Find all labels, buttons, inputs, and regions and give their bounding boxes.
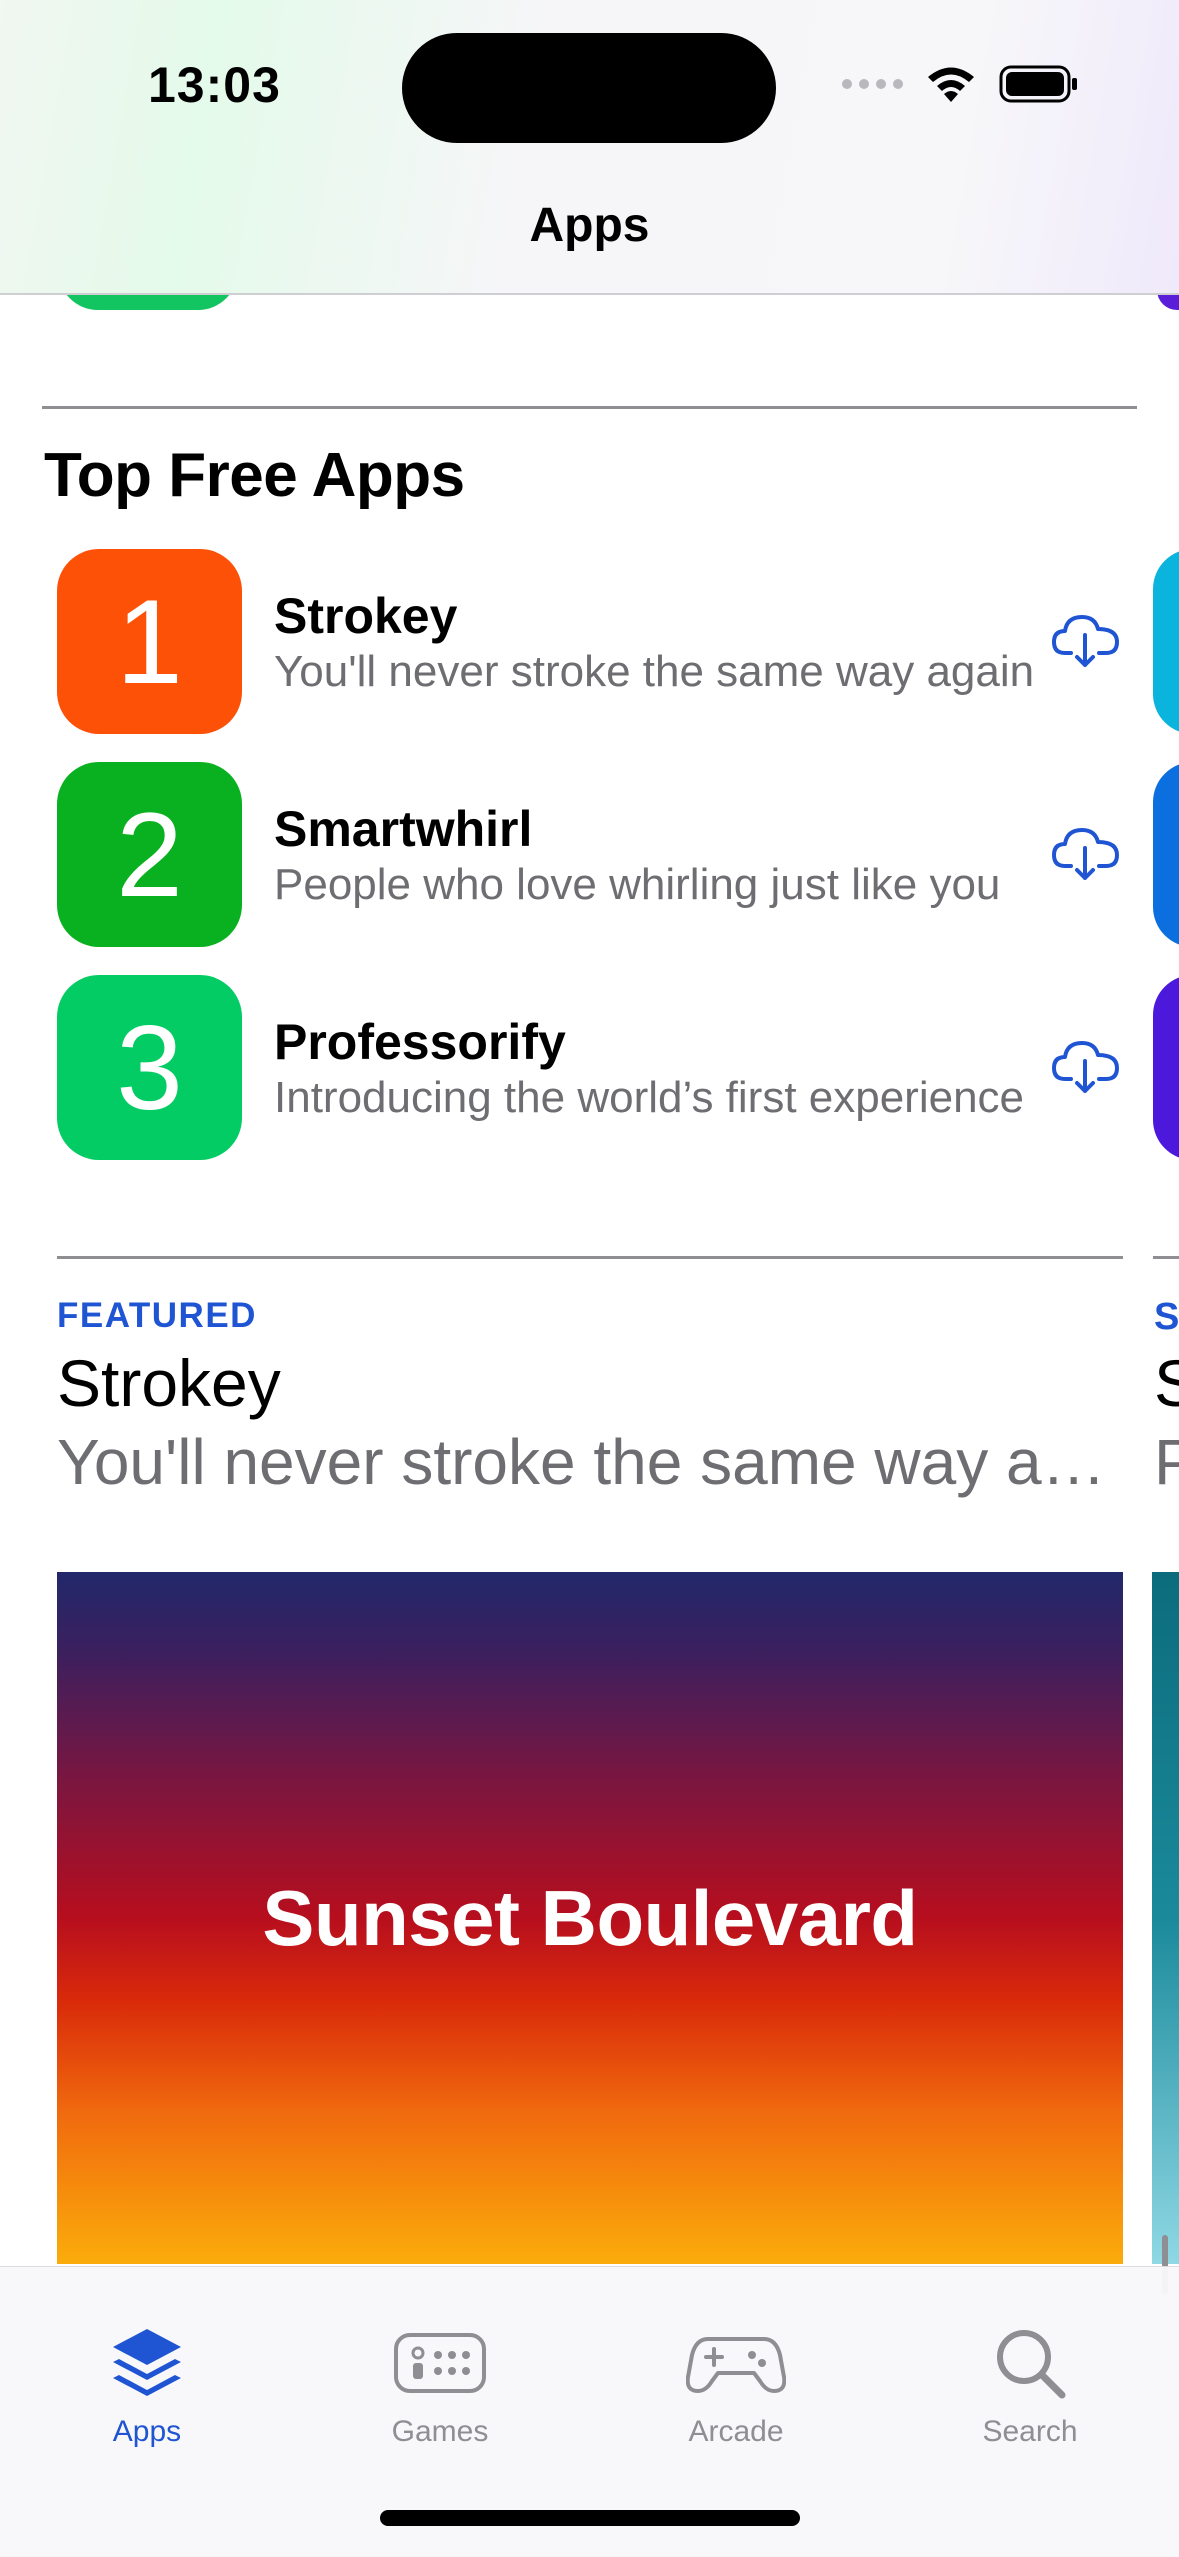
- section-divider: [42, 406, 1137, 409]
- status-time: 13:03: [148, 57, 281, 113]
- tab-arcade[interactable]: Arcade: [636, 2325, 836, 2449]
- search-icon: [997, 2330, 1066, 2399]
- next-card-subtitle-peek: P: [1154, 1426, 1179, 1498]
- cloud-download-icon[interactable]: [1051, 609, 1121, 669]
- featured-banner[interactable]: Sunset Boulevard: [57, 1572, 1123, 2264]
- tab-label: Search: [982, 2415, 1078, 2448]
- top-free-title[interactable]: Top Free Apps: [44, 440, 465, 511]
- app-name: Strokey: [274, 588, 458, 644]
- app-row-3[interactable]: 3 Professorify Introducing the world’s f…: [57, 975, 1119, 1160]
- featured-subtitle: You'll never stroke the same way again: [57, 1426, 1123, 1498]
- featured-title[interactable]: Strokey: [57, 1345, 281, 1421]
- featured-label: FEATURED: [57, 1296, 257, 1335]
- app-icon[interactable]: 2: [57, 762, 242, 947]
- battery-icon: [999, 65, 1077, 103]
- next-column-icon-peek: [1153, 975, 1179, 1160]
- games-icon: [394, 2333, 486, 2393]
- app-subtitle: People who love whirling just like you: [274, 860, 1001, 909]
- next-card-title-peek: S: [1154, 1346, 1179, 1420]
- section-divider: [57, 1256, 1123, 1259]
- next-card-label-peek: S: [1154, 1296, 1179, 1338]
- tab-label: Apps: [112, 2415, 182, 2448]
- tab-search[interactable]: Search: [930, 2325, 1130, 2449]
- tab-label: Arcade: [688, 2415, 784, 2448]
- dynamic-island: [402, 33, 776, 143]
- cloud-download-icon[interactable]: [1051, 1035, 1121, 1095]
- page-title: Apps: [529, 199, 650, 252]
- arcade-controller-icon: [686, 2337, 786, 2393]
- section-divider-peek: [1153, 1256, 1179, 1259]
- apps-stack-icon: [113, 2329, 181, 2396]
- app-icon[interactable]: 1: [57, 549, 242, 734]
- tab-label: Games: [391, 2415, 489, 2448]
- app-subtitle: Introducing the world’s first experience: [274, 1073, 1025, 1122]
- next-banner-peek[interactable]: [1152, 1572, 1179, 2264]
- header: 13:03 Apps: [0, 0, 1179, 295]
- home-indicator[interactable]: [380, 2510, 800, 2526]
- app-subtitle: You'll never stroke the same way again: [274, 647, 1035, 696]
- next-column-icon-peek: [1153, 549, 1179, 734]
- app-row-2[interactable]: 2 Smartwhirl People who love whirling ju…: [57, 762, 1119, 947]
- app-row-1[interactable]: 1 Strokey You'll never stroke the same w…: [57, 549, 1119, 734]
- next-column-icon-peek: [1153, 762, 1179, 947]
- app-icon[interactable]: 3: [57, 975, 242, 1160]
- banner-title: Sunset Boulevard: [262, 1873, 918, 1962]
- app-name: Smartwhirl: [274, 801, 533, 857]
- status-icons: [842, 64, 1079, 104]
- tab-apps[interactable]: Apps: [47, 2325, 247, 2449]
- signal-dots-icon: [842, 79, 903, 89]
- cloud-download-icon[interactable]: [1051, 822, 1121, 882]
- wifi-icon: [928, 67, 974, 102]
- tab-games[interactable]: Games: [340, 2325, 540, 2449]
- app-name: Professorify: [274, 1014, 566, 1070]
